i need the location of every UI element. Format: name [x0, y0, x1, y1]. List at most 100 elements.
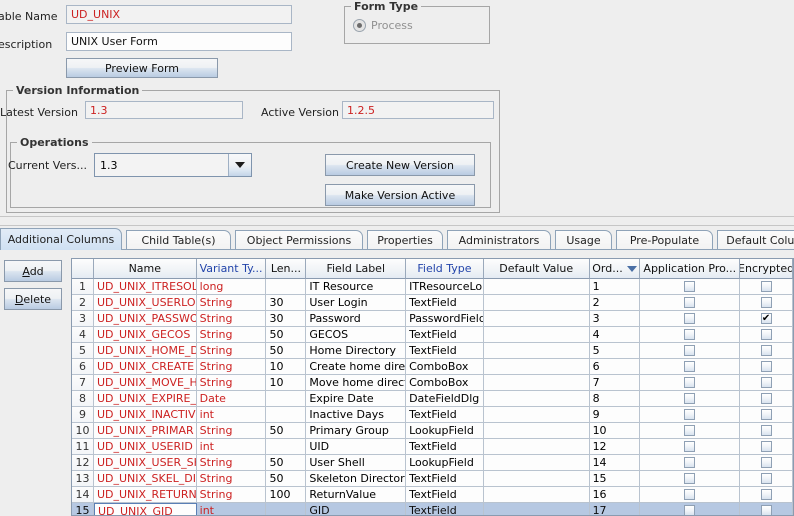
cell-order[interactable]: 2: [589, 295, 641, 311]
cell-application-profile[interactable]: [640, 471, 741, 487]
table-row[interactable]: 12 UD_UNIX_USER_SH String 50 User Shell Looku…: [72, 455, 793, 471]
cell-length[interactable]: [266, 503, 307, 515]
additional-columns-table[interactable]: Name Variant Ty... Len... Field Label Field …: [71, 258, 794, 516]
cell-encrypted[interactable]: [740, 471, 793, 487]
cell-name[interactable]: UD_UNIX_MOVE_H: [93, 375, 197, 391]
cell-length[interactable]: [266, 279, 307, 295]
cell-name[interactable]: UD_UNIX_EXPIRE_: [93, 391, 197, 407]
cell-application-profile[interactable]: [640, 343, 741, 359]
cell-encrypted[interactable]: [740, 503, 793, 515]
cell-field-type[interactable]: TextField: [406, 471, 484, 487]
checkbox-unchecked-icon[interactable]: [684, 393, 696, 404]
cell-default-value[interactable]: [483, 471, 590, 487]
checkbox-unchecked-icon[interactable]: [760, 457, 772, 468]
cell-order[interactable]: 10: [589, 423, 641, 439]
tab-additional-columns[interactable]: Additional Columns: [0, 228, 122, 250]
cell-variant-type[interactable]: String: [196, 327, 267, 343]
cell-name[interactable]: UD_UNIX_HOME_D: [93, 343, 197, 359]
checkbox-unchecked-icon[interactable]: [760, 361, 772, 372]
column-header-field_label[interactable]: Field Label: [306, 259, 407, 279]
cell-field-type[interactable]: LookupField: [406, 423, 484, 439]
cell-application-profile[interactable]: [640, 359, 741, 375]
cell-length[interactable]: 30: [266, 311, 307, 327]
cell-variant-type[interactable]: String: [196, 375, 267, 391]
cell-default-value[interactable]: [483, 407, 590, 423]
table-row[interactable]: 9 UD_UNIX_INACTIV int Inactive Days TextFiel…: [72, 407, 793, 423]
cell-default-value[interactable]: [483, 487, 590, 503]
cell-encrypted[interactable]: [740, 455, 793, 471]
checkbox-unchecked-icon[interactable]: [760, 425, 772, 436]
cell-order[interactable]: 15: [589, 471, 641, 487]
cell-variant-type[interactable]: int: [196, 407, 267, 423]
cell-name[interactable]: UD_UNIX_USERID: [93, 439, 197, 455]
column-header-name[interactable]: Name: [93, 259, 197, 279]
checkbox-unchecked-icon[interactable]: [684, 313, 696, 324]
cell-encrypted[interactable]: [740, 375, 793, 391]
checkbox-unchecked-icon[interactable]: [760, 505, 772, 515]
cell-encrypted[interactable]: [740, 423, 793, 439]
cell-encrypted[interactable]: [740, 407, 793, 423]
cell-default-value[interactable]: [483, 295, 590, 311]
cell-length[interactable]: 50: [266, 423, 307, 439]
cell-field-type[interactable]: ITResourceLo: [406, 279, 484, 295]
cell-default-value[interactable]: [483, 327, 590, 343]
cell-variant-type[interactable]: String: [196, 455, 267, 471]
cell-field-label[interactable]: Create home direc: [306, 359, 407, 375]
table-row[interactable]: 3 UD_UNIX_PASSWO String 30 Password PasswordF…: [72, 311, 793, 327]
cell-default-value[interactable]: [483, 343, 590, 359]
cell-default-value[interactable]: [483, 375, 590, 391]
cell-length[interactable]: 50: [266, 455, 307, 471]
column-header-variant[interactable]: Variant Ty...: [196, 259, 267, 279]
cell-default-value[interactable]: [483, 503, 590, 515]
cell-field-type[interactable]: ComboBox: [406, 375, 484, 391]
cell-default-value[interactable]: [483, 455, 590, 471]
cell-order[interactable]: 3: [589, 311, 641, 327]
cell-length[interactable]: 10: [266, 375, 307, 391]
checkbox-checked-icon[interactable]: ✔: [760, 313, 772, 324]
column-header-order[interactable]: Ord...: [589, 259, 641, 279]
cell-variant-type[interactable]: Date: [196, 391, 267, 407]
checkbox-unchecked-icon[interactable]: [684, 361, 696, 372]
cell-application-profile[interactable]: [640, 487, 741, 503]
table-row[interactable]: 6 UD_UNIX_CREATE String 10 Create home direc…: [72, 359, 793, 375]
tab-child-table-s[interactable]: Child Table(s): [126, 230, 231, 250]
cell-length[interactable]: 100: [266, 487, 307, 503]
cell-encrypted[interactable]: [740, 439, 793, 455]
cell-name[interactable]: UD_UNIX_USER_SH: [93, 455, 197, 471]
cell-variant-type[interactable]: int: [196, 503, 267, 515]
table-row[interactable]: 7 UD_UNIX_MOVE_H String 10 Move home direct C…: [72, 375, 793, 391]
checkbox-unchecked-icon[interactable]: [760, 409, 772, 420]
cell-application-profile[interactable]: [640, 295, 741, 311]
cell-encrypted[interactable]: [740, 327, 793, 343]
cell-encrypted[interactable]: [740, 279, 793, 295]
cell-length[interactable]: 30: [266, 295, 307, 311]
cell-application-profile[interactable]: [640, 439, 741, 455]
table-row[interactable]: 8 UD_UNIX_EXPIRE_ Date Expire Date DateField…: [72, 391, 793, 407]
chevron-down-icon[interactable]: [228, 154, 251, 176]
cell-order[interactable]: 9: [589, 407, 641, 423]
cell-order[interactable]: 8: [589, 391, 641, 407]
cell-length[interactable]: 50: [266, 327, 307, 343]
cell-length[interactable]: 50: [266, 343, 307, 359]
table-row[interactable]: 14 UD_UNIX_RETURN String 100 ReturnValue Text…: [72, 487, 793, 503]
table-row[interactable]: 4 UD_UNIX_GECOS String 50 GECOS TextField 4: [72, 327, 793, 343]
table-row[interactable]: 10 UD_UNIX_PRIMAR String 50 Primary Group Loo…: [72, 423, 793, 439]
current-version-combo[interactable]: 1.3: [94, 153, 252, 177]
cell-name[interactable]: UD_UNIX_SKEL_DI: [93, 471, 197, 487]
tab-pre-populate[interactable]: Pre-Populate: [616, 230, 713, 250]
checkbox-unchecked-icon[interactable]: [684, 489, 696, 500]
cell-length[interactable]: [266, 439, 307, 455]
cell-default-value[interactable]: [483, 423, 590, 439]
cell-name[interactable]: UD_UNIX_USERLO: [93, 295, 197, 311]
checkbox-unchecked-icon[interactable]: [684, 281, 696, 292]
cell-field-type[interactable]: TextField: [406, 439, 484, 455]
column-header-field_type[interactable]: Field Type: [406, 259, 484, 279]
make-version-active-button[interactable]: Make Version Active: [325, 184, 475, 206]
cell-default-value[interactable]: [483, 439, 590, 455]
table-name-input[interactable]: UD_UNIX: [66, 5, 292, 24]
checkbox-unchecked-icon[interactable]: [684, 329, 696, 340]
cell-variant-type[interactable]: long: [196, 279, 267, 295]
cell-field-label[interactable]: Home Directory: [306, 343, 407, 359]
checkbox-unchecked-icon[interactable]: [684, 377, 696, 388]
tab-properties[interactable]: Properties: [367, 230, 443, 250]
